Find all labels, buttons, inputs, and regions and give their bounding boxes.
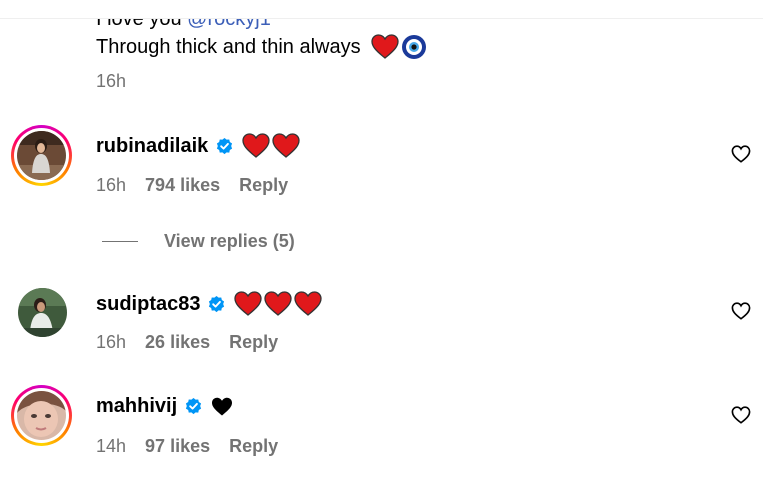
comment-time: 16h: [96, 175, 127, 195]
header-divider: [0, 0, 763, 19]
avatar-story-ring[interactable]: [11, 385, 72, 446]
comments-panel: I love you @rockyj1 Through thick and th…: [0, 0, 763, 489]
likes-count[interactable]: 97 likes: [145, 436, 210, 457]
comment-emojis: [242, 133, 300, 159]
avatar[interactable]: [18, 288, 67, 337]
verified-badge-icon: [209, 295, 225, 312]
black-heart-emoji: [212, 397, 233, 415]
username[interactable]: sudiptac83: [96, 293, 200, 316]
previous-comment-text-2: Through thick and thin always: [96, 36, 361, 58]
avatar: [17, 391, 66, 440]
red-heart-emoji: [272, 133, 300, 158]
comment-emojis: [234, 291, 323, 317]
reply-button[interactable]: Reply: [229, 436, 278, 457]
avatar-story-ring[interactable]: [11, 125, 72, 186]
avatar: [17, 131, 66, 180]
reply-button[interactable]: Reply: [229, 332, 278, 353]
likes-count[interactable]: 26 likes: [145, 332, 210, 353]
username[interactable]: rubinadilaik: [96, 135, 208, 158]
replies-divider-line: [102, 241, 138, 242]
comment-meta: 16h 794 likes Reply: [96, 175, 288, 196]
reply-button[interactable]: Reply: [239, 175, 288, 196]
red-heart-emoji: [294, 291, 323, 316]
red-heart-emoji: [370, 34, 399, 60]
red-heart-emoji: [264, 291, 293, 316]
comment-time: 16h: [96, 71, 127, 91]
comment-time: 16h: [96, 332, 127, 352]
likes-count[interactable]: 794 likes: [145, 175, 220, 196]
like-heart-icon[interactable]: [731, 302, 751, 320]
verified-badge-icon: [217, 137, 233, 154]
comment-header: rubinadilaik: [96, 133, 300, 159]
red-heart-emoji: [242, 133, 270, 158]
comment-time: 14h: [96, 436, 127, 456]
view-replies-label: View replies (5): [164, 231, 295, 251]
comment-emojis: [211, 397, 233, 417]
evil-eye-emoji: [401, 34, 427, 60]
like-heart-icon[interactable]: [731, 145, 751, 163]
comment-meta: 16h 26 likes Reply: [96, 332, 278, 353]
previous-comment-line-2: Through thick and thin always: [96, 34, 696, 60]
username[interactable]: mahhivij: [96, 395, 177, 418]
verified-badge-icon: [186, 397, 202, 415]
previous-comment-meta: 16h: [96, 71, 696, 92]
red-heart-emoji: [234, 291, 263, 316]
comment-header: mahhivij: [96, 395, 233, 418]
view-replies-button[interactable]: View replies (5): [102, 231, 295, 252]
comment-header: sudiptac83: [96, 291, 323, 317]
like-heart-icon[interactable]: [731, 406, 751, 424]
comment-meta: 14h 97 likes Reply: [96, 436, 278, 457]
